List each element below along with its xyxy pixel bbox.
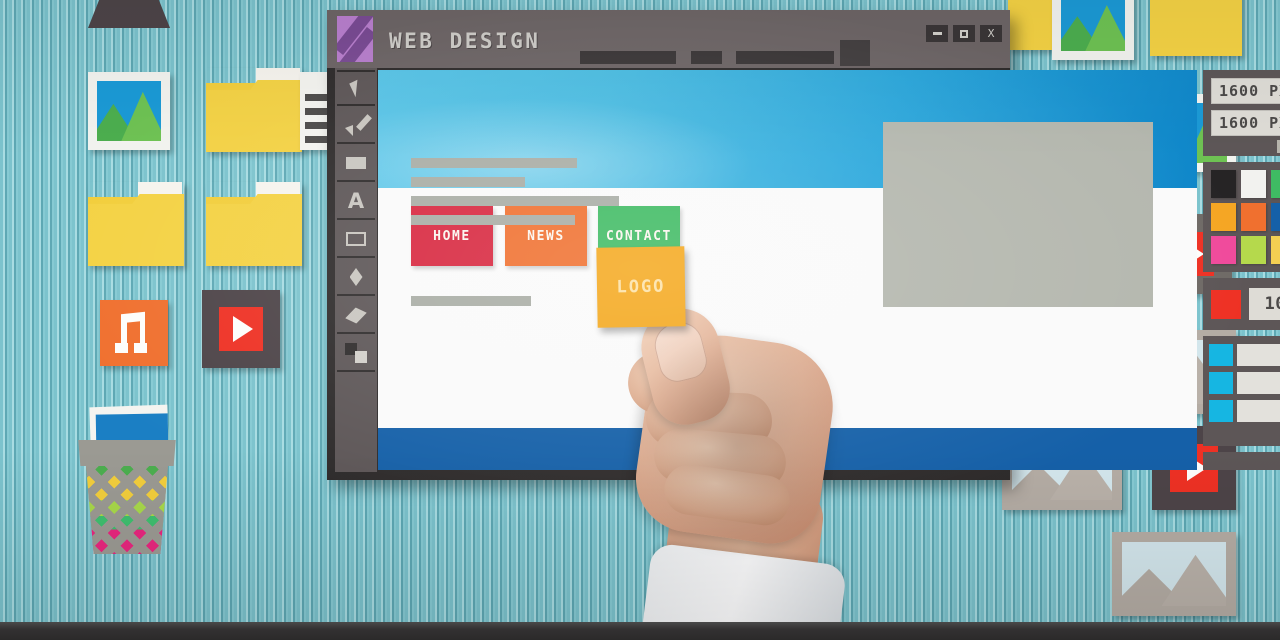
tools-toolbar: A: [335, 68, 377, 472]
layer-row[interactable]: [1209, 400, 1280, 422]
menu-slot-2[interactable]: [691, 51, 722, 64]
canvas-width-field[interactable]: 1600 PX: [1211, 78, 1280, 104]
layer-row[interactable]: [1209, 344, 1280, 366]
eraser-icon: [345, 308, 367, 323]
folder-icon[interactable]: [206, 68, 302, 152]
text-placeholder-line: [411, 177, 525, 187]
diamond-icon: [349, 268, 363, 286]
image-thumbnail: [1061, 0, 1125, 51]
text-placeholder-line: [411, 296, 531, 306]
trash-rim: [78, 440, 176, 466]
layer-name-field[interactable]: [1237, 400, 1280, 422]
menu-slot-3[interactable]: [736, 51, 834, 64]
image-file-icon[interactable]: [88, 72, 170, 150]
minimize-icon: [932, 32, 942, 35]
color-palette-section: [1203, 162, 1280, 272]
video-play-badge: [219, 307, 263, 351]
canvas-size-section: 1600 PX 1600 PX: [1203, 70, 1280, 156]
logo-card[interactable]: LOGO: [596, 246, 686, 328]
folder-front: [1150, 0, 1242, 56]
content-block-placeholder[interactable]: [883, 122, 1153, 307]
trash-bin[interactable]: [72, 404, 182, 556]
color-swatch-icon: [345, 343, 367, 363]
fill-rectangle-tool[interactable]: [337, 146, 375, 182]
thumbnail-plate: [650, 317, 711, 386]
image-placeholder-thumbnail: [1122, 542, 1226, 606]
folder-front: [206, 193, 302, 266]
brush-tool[interactable]: [337, 108, 375, 144]
properties-panel: 1600 PX 1600 PX: [1203, 70, 1280, 470]
canvas-height-field[interactable]: 1600 PX: [1211, 110, 1280, 136]
folder-icon[interactable]: [1150, 0, 1242, 56]
image-placeholder-icon[interactable]: [1112, 532, 1236, 616]
image-thumbnail: [97, 81, 161, 141]
music-note-icon: [114, 311, 155, 354]
color-swatch[interactable]: [1270, 203, 1280, 231]
app-logo-icon: [337, 16, 373, 62]
text-placeholder-line: [411, 196, 619, 206]
folder-front: [88, 193, 184, 266]
text-tool[interactable]: A: [337, 184, 375, 220]
cursor-tool[interactable]: [337, 70, 375, 106]
layer-visibility-toggle[interactable]: [1209, 400, 1233, 422]
window-title: WEB DESIGN: [389, 29, 541, 53]
folder-front: [206, 79, 302, 152]
hand: [612, 286, 942, 640]
text-placeholder-line: [411, 158, 577, 168]
color-swatch[interactable]: [1270, 170, 1280, 198]
music-file-icon[interactable]: [100, 300, 168, 366]
text-placeholder-line: [411, 215, 575, 225]
desktop-scene: WEB DESIGN X A HOME NEWS CONTACT 1600 P …: [0, 0, 1280, 640]
maximize-icon: [960, 29, 968, 38]
color-picker-tool[interactable]: [337, 336, 375, 372]
panel-footer-section: [1203, 452, 1280, 470]
lamp-shade-icon: [88, 0, 170, 28]
text-a-icon: A: [347, 188, 365, 213]
filled-rectangle-icon: [346, 157, 366, 169]
color-swatch[interactable]: [1211, 236, 1236, 264]
layers-section: [1203, 336, 1280, 446]
zoom-level-field[interactable]: 100%: [1249, 288, 1280, 320]
active-color-indicator[interactable]: [1211, 290, 1241, 319]
layer-row[interactable]: [1209, 372, 1280, 394]
color-swatch[interactable]: [1211, 203, 1236, 231]
color-swatch[interactable]: [1211, 170, 1236, 198]
minimize-button[interactable]: [926, 25, 948, 42]
folder-icon[interactable]: [88, 182, 184, 266]
layer-visibility-toggle[interactable]: [1209, 372, 1233, 394]
shape-tool[interactable]: [337, 260, 375, 296]
color-swatch[interactable]: [1240, 236, 1266, 264]
cursor-icon: [348, 79, 364, 97]
rectangle-tool[interactable]: [337, 222, 375, 258]
eraser-tool[interactable]: [337, 298, 375, 334]
window-titlebar[interactable]: WEB DESIGN X: [327, 10, 1010, 68]
desk-edge: [0, 622, 1280, 640]
color-palette-grid: [1211, 170, 1280, 264]
color-swatch[interactable]: [1240, 170, 1266, 198]
layer-name-field[interactable]: [1237, 372, 1280, 394]
image-file-icon[interactable]: [1052, 0, 1134, 60]
folder-icon[interactable]: [206, 182, 302, 266]
play-icon: [233, 315, 254, 342]
maximize-button[interactable]: [953, 25, 975, 42]
layer-visibility-toggle[interactable]: [1209, 344, 1233, 366]
menu-slot-4[interactable]: [840, 40, 870, 66]
zoom-section: 100%: [1203, 278, 1280, 330]
menu-slot-1[interactable]: [580, 51, 676, 64]
brush-icon: [345, 114, 372, 136]
color-swatch[interactable]: [1270, 236, 1280, 264]
close-button[interactable]: X: [980, 25, 1002, 42]
outline-rectangle-icon: [346, 232, 366, 246]
window-controls: X: [926, 25, 1002, 42]
layer-name-field[interactable]: [1237, 344, 1280, 366]
color-swatch[interactable]: [1240, 203, 1266, 231]
video-file-icon[interactable]: [202, 290, 280, 368]
